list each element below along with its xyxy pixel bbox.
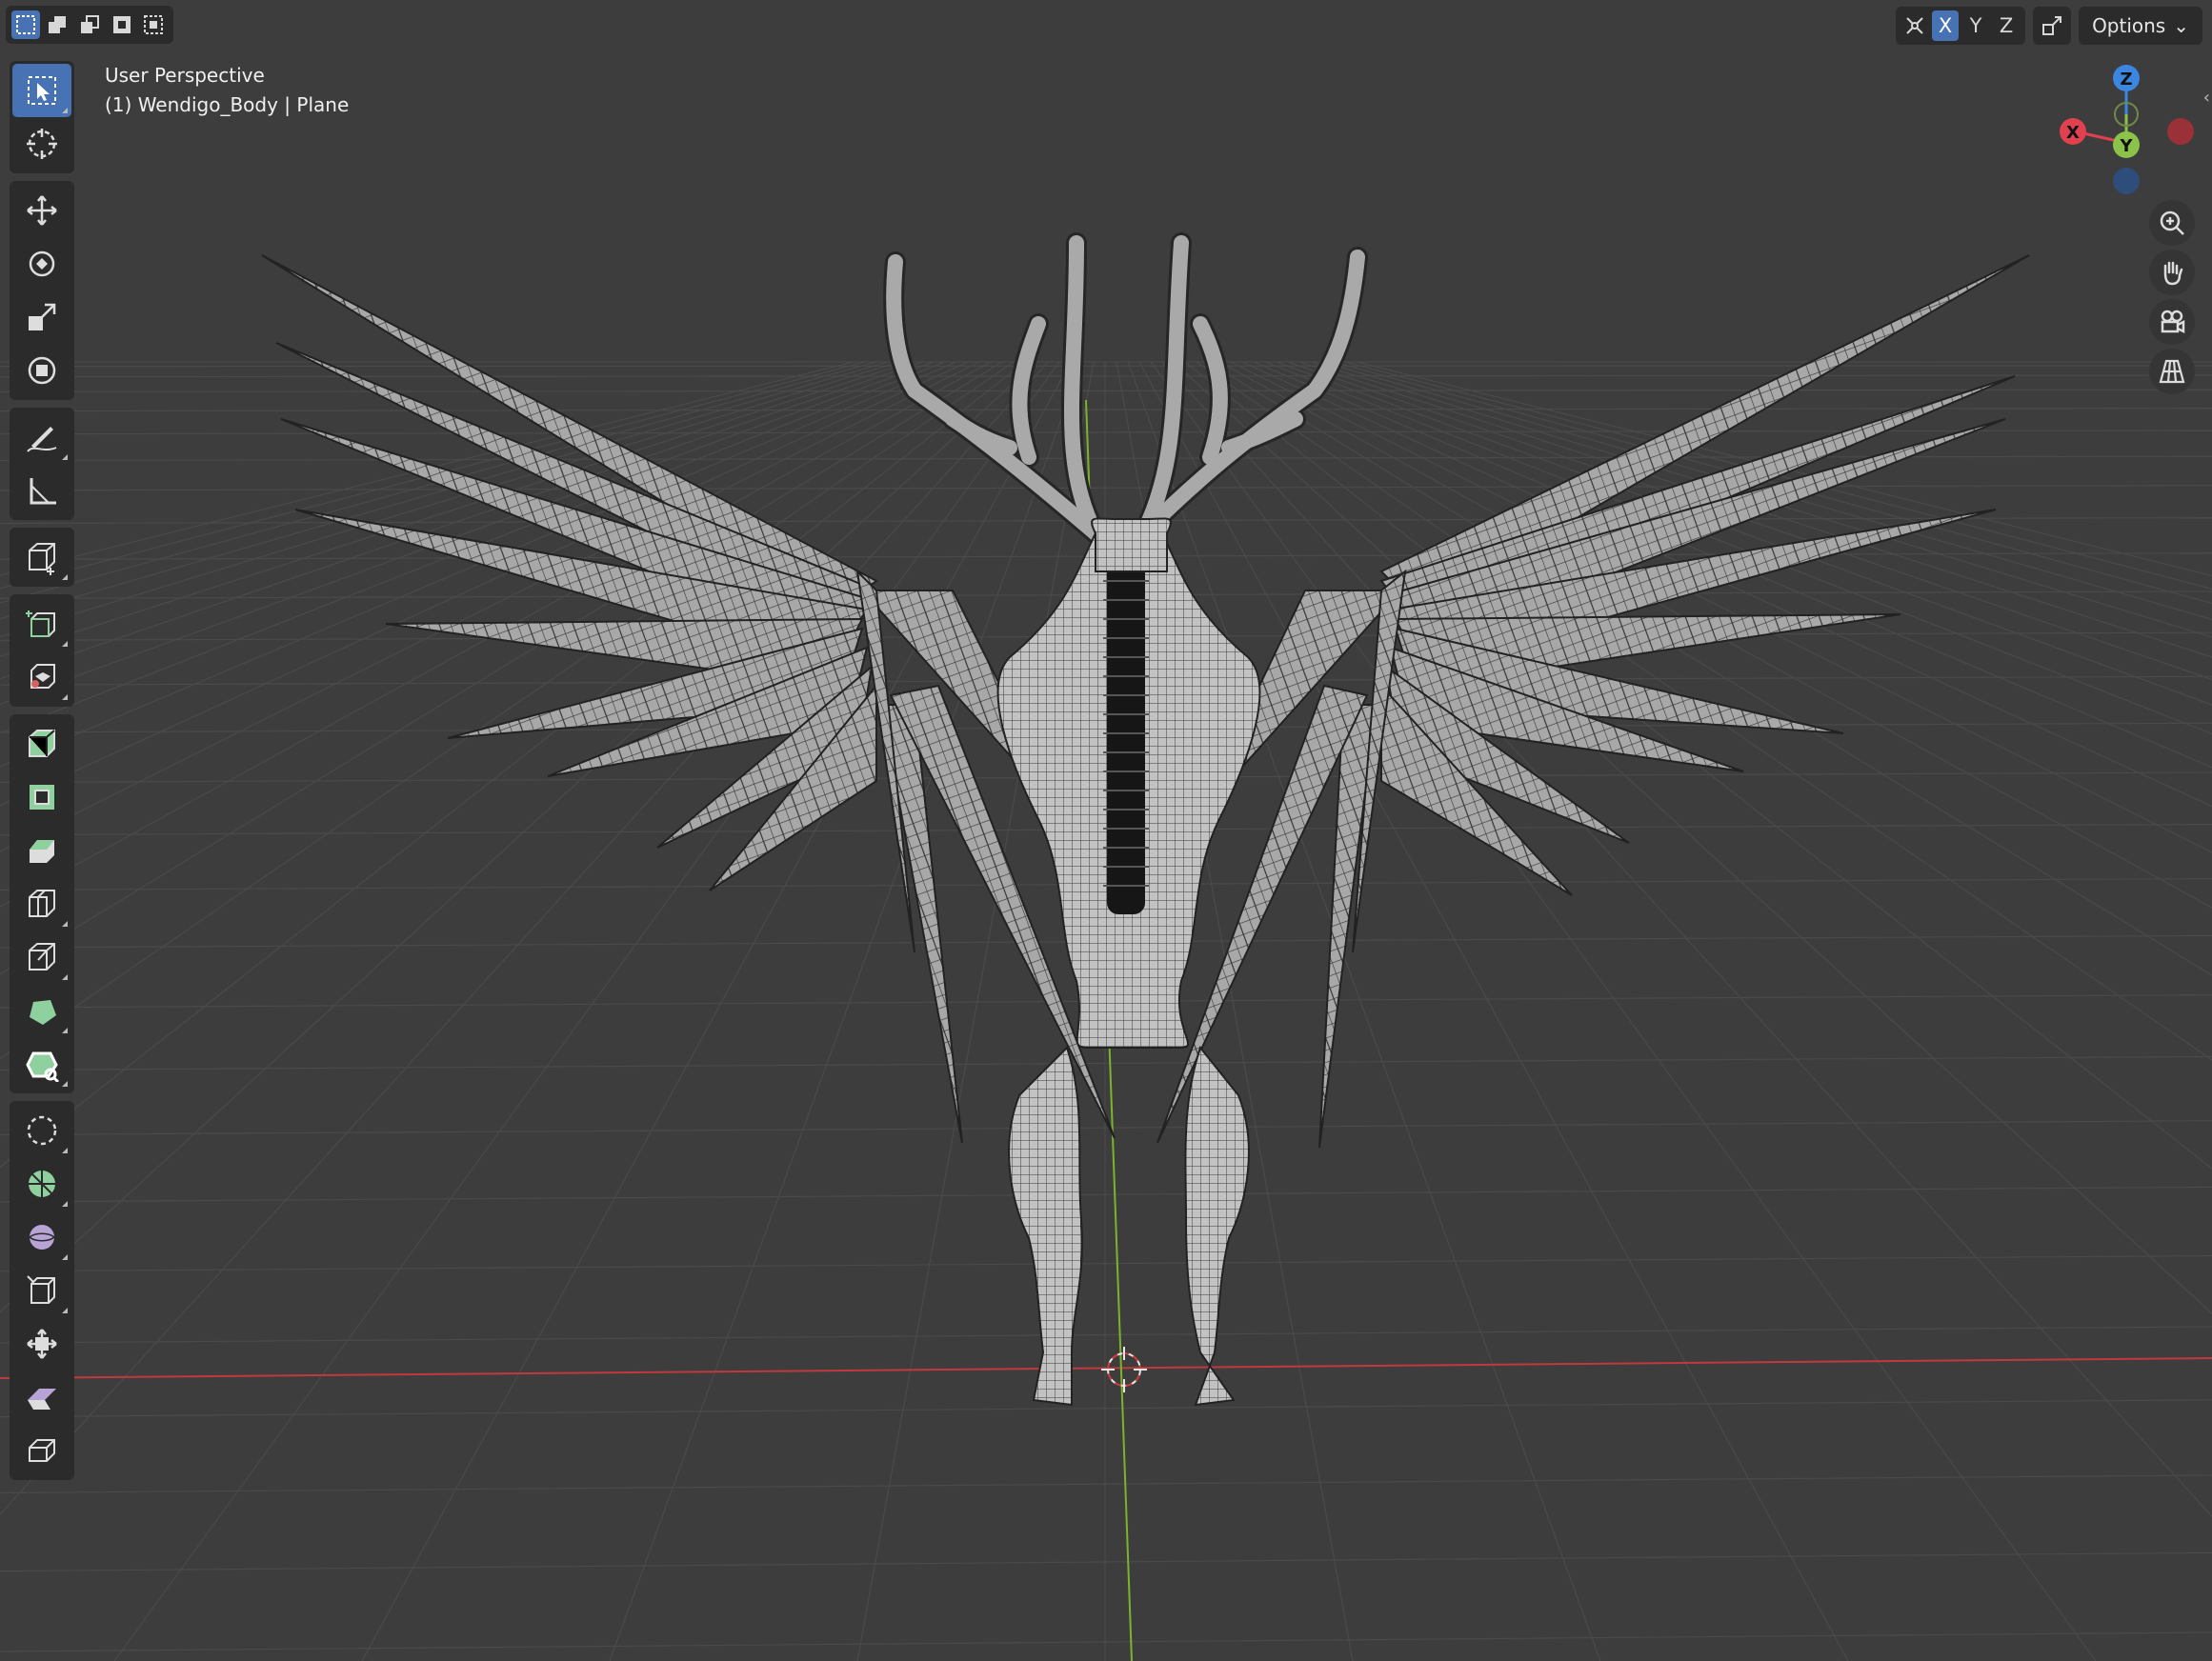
chevron-down-icon: ⌄ [2173, 14, 2189, 37]
snap-group [2033, 7, 2072, 45]
gizmo-neg-x[interactable] [2167, 118, 2194, 145]
tool-group-annotate [10, 408, 74, 520]
bevel-icon[interactable] [12, 770, 71, 824]
spine [1107, 562, 1145, 914]
extrude-manifold-icon[interactable] [12, 650, 71, 704]
tool-group-extrude [10, 594, 74, 707]
options-dropdown[interactable]: Options ⌄ [2079, 7, 2202, 45]
active-object-label: (1) Wendigo_Body | Plane [105, 93, 350, 116]
edge-slide-icon[interactable] [12, 1157, 71, 1211]
gizmo-x-label: X [2066, 123, 2080, 143]
orthographic-grid-icon[interactable] [2149, 349, 2195, 394]
inset-faces-icon[interactable] [12, 717, 71, 770]
tool-group-transform [10, 181, 74, 400]
mirror-group: X Y Z [1896, 7, 2026, 45]
antlers-mesh [886, 235, 1365, 541]
extend-selection-icon[interactable] [44, 10, 72, 39]
set-new-selection-icon[interactable] [11, 10, 40, 39]
tool-group-mesh [10, 714, 74, 1093]
cursor-icon[interactable] [12, 117, 71, 170]
gizmo-neg-z[interactable] [2113, 168, 2140, 194]
move-icon[interactable] [12, 184, 71, 237]
loop-cut-icon[interactable] [12, 824, 71, 877]
smooth-icon[interactable] [12, 1037, 71, 1091]
viewport-info: User Perspective (1) Wendigo_Body | Plan… [105, 61, 349, 120]
subtract-selection-icon[interactable] [75, 10, 104, 39]
scale-icon[interactable] [12, 290, 71, 344]
viewport-scene[interactable]: Z X Y [0, 0, 2212, 1661]
tool-group-select [10, 61, 74, 173]
randomize-icon[interactable] [12, 1104, 71, 1157]
spin-icon[interactable] [12, 984, 71, 1037]
rip-region-icon[interactable] [12, 1371, 71, 1424]
intersect-selection-icon[interactable] [139, 10, 168, 39]
extrude-region-icon[interactable] [12, 597, 71, 650]
header-right: X Y Z Options ⌄ [1896, 6, 2202, 46]
3d-viewport[interactable]: Z X Y X Y Z Options ⌄ User Perspective (… [0, 0, 2212, 1661]
gizmo-z-label: Z [2120, 70, 2132, 90]
gizmo-y-label: Y [2119, 136, 2133, 156]
right-wing[interactable] [1156, 254, 2030, 1149]
extrude-to-cursor-icon[interactable] [12, 1424, 71, 1477]
measure-icon[interactable] [12, 464, 71, 517]
poly-build-icon[interactable] [12, 931, 71, 984]
head[interactable] [1091, 517, 1172, 572]
mirror-x-button[interactable]: X [1932, 10, 1960, 41]
antlers[interactable] [883, 232, 1368, 544]
shear-icon[interactable] [12, 1264, 71, 1317]
mirror-toggle-icon[interactable] [1901, 10, 1928, 41]
sidebar-toggle-icon[interactable]: ‹ [2203, 88, 2210, 108]
selection-mode-group [6, 6, 173, 44]
push-pull-icon[interactable] [12, 1317, 71, 1371]
annotate-icon[interactable] [12, 410, 71, 464]
mirror-z-button[interactable]: Z [1993, 10, 2020, 41]
mirror-y-button[interactable]: Y [1962, 10, 1989, 41]
transform-affect-icon[interactable] [2039, 10, 2065, 41]
perspective-label: User Perspective [105, 64, 265, 87]
shrink-fatten-icon[interactable] [12, 1211, 71, 1264]
zoom-icon[interactable] [2149, 200, 2195, 246]
pan-hand-icon[interactable] [2149, 250, 2195, 295]
add-cube-icon[interactable] [12, 530, 71, 584]
invert-selection-icon[interactable] [108, 10, 136, 39]
tool-shelf [10, 61, 74, 1488]
wendigo-model[interactable] [261, 232, 2030, 1407]
select-box-icon[interactable] [12, 64, 71, 117]
left-wing[interactable] [261, 254, 1116, 1144]
tool-group-deform [10, 1101, 74, 1480]
right-leg[interactable] [1184, 1045, 1250, 1407]
rotate-icon[interactable] [12, 237, 71, 290]
navigation-gizmo[interactable]: Z X Y [2060, 65, 2194, 194]
tool-group-add [10, 528, 74, 587]
left-leg[interactable] [1008, 1046, 1083, 1407]
transform-icon[interactable] [12, 344, 71, 397]
knife-icon[interactable] [12, 877, 71, 931]
options-label: Options [2092, 14, 2166, 37]
camera-view-icon[interactable] [2149, 299, 2195, 345]
3d-cursor[interactable] [1101, 1347, 1147, 1392]
